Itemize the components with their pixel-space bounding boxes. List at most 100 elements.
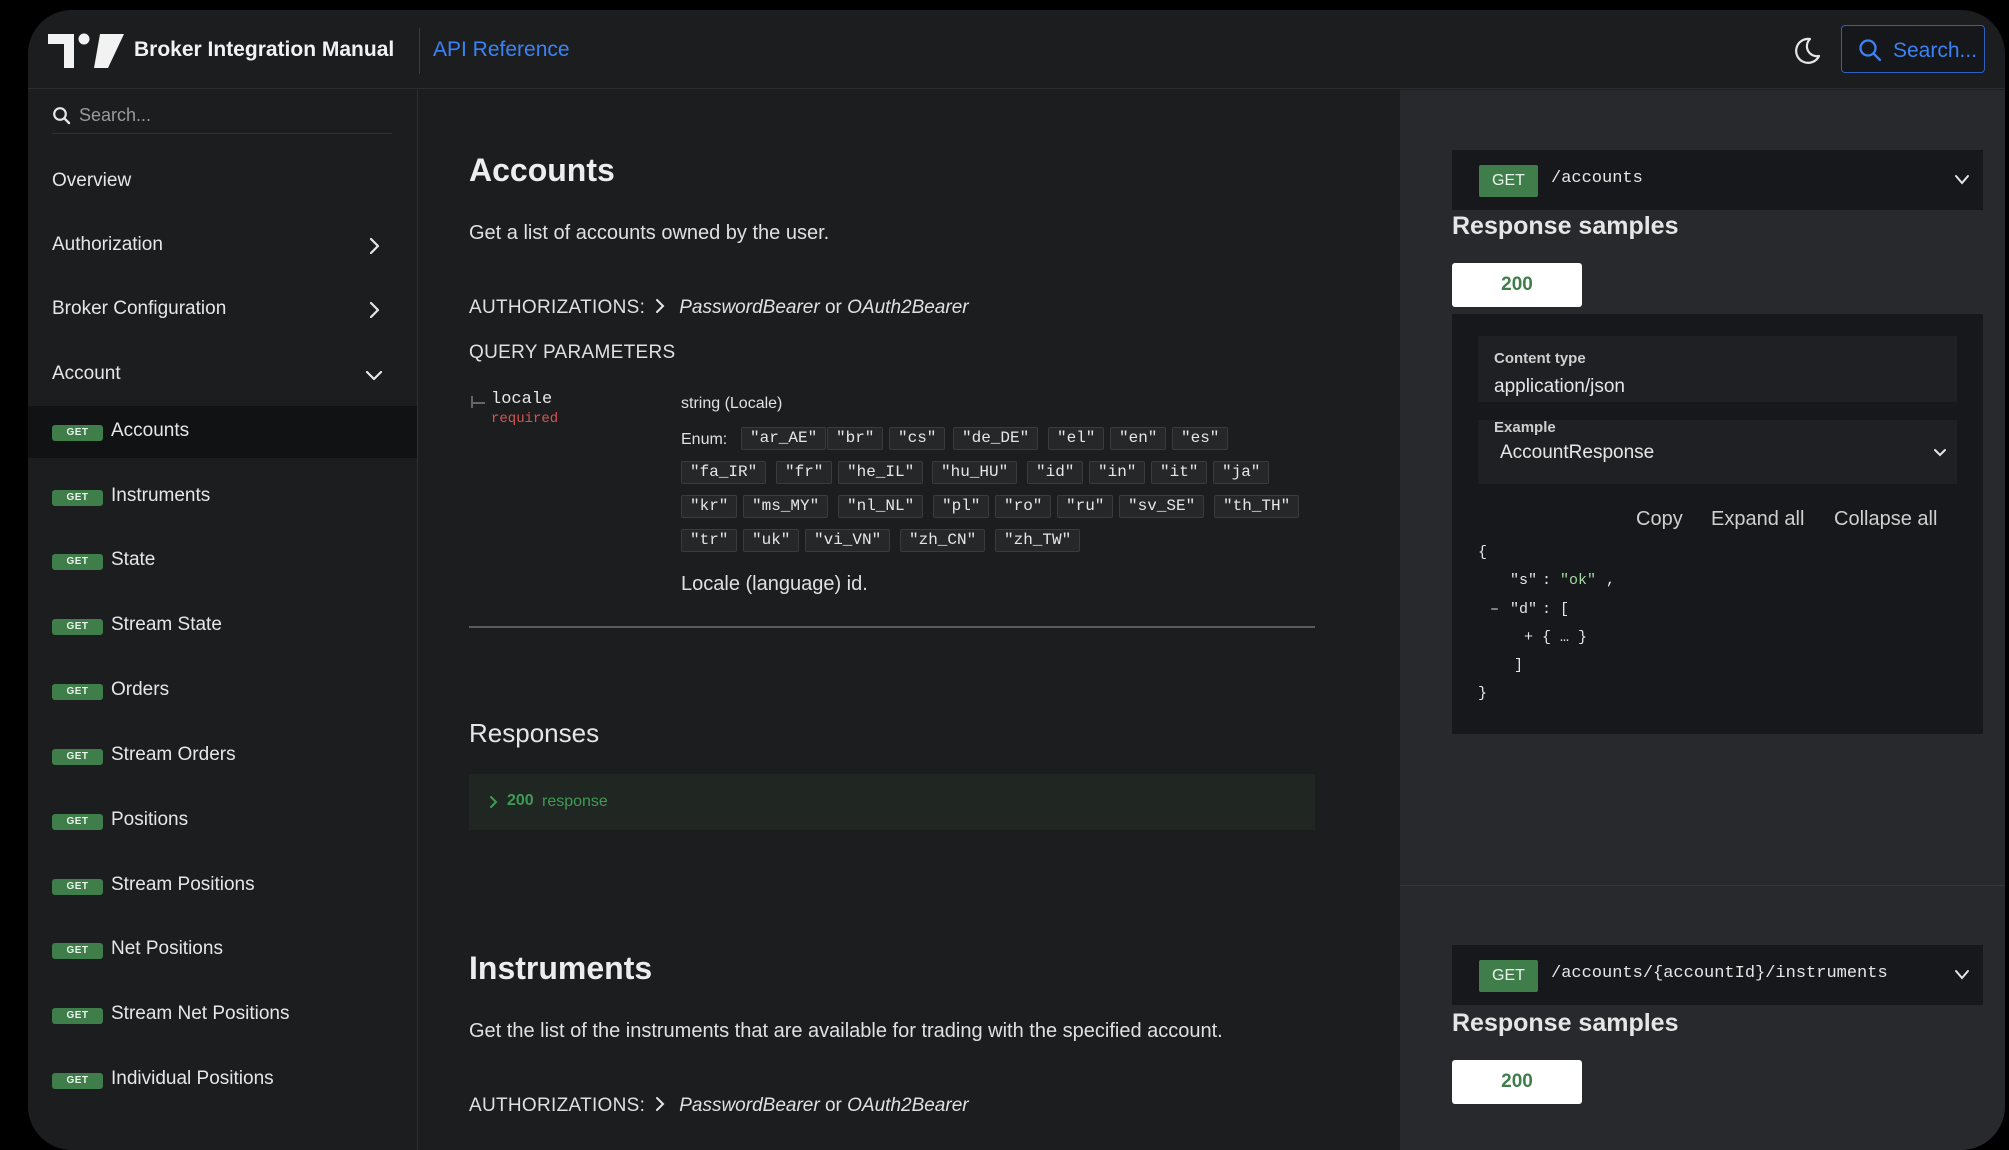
endpoint-selector[interactable]: GET /accounts/{accountId}/instruments [1452, 945, 1983, 1005]
json-collapse-toggle[interactable]: – [1490, 601, 1499, 618]
authorizations-label: AUTHORIZATIONS: [469, 297, 646, 318]
responses-heading: Responses [469, 718, 600, 748]
operation-description: Get a list of accounts owned by the user… [469, 222, 830, 244]
query-parameters-label: QUERY PARAMETERS [469, 342, 676, 363]
param-tree-line [471, 396, 473, 408]
response-samples-heading: Response samples [1452, 212, 1679, 240]
enum-chip: "ar_AE" [741, 427, 827, 450]
content-type-box: Content type application/json [1478, 336, 1957, 402]
sidebar-item-label: Overview [52, 170, 132, 191]
operation-title: Instruments [469, 950, 653, 986]
enum-chip: "vi_VN" [805, 529, 891, 552]
sidebar-item-individual-positions[interactable]: GET Individual Positions [28, 1054, 417, 1106]
sidebar-item-label: Accounts [111, 420, 190, 441]
get-method-badge: GET [52, 554, 103, 570]
example-select[interactable]: Example AccountResponse [1478, 419, 1957, 484]
sidebar-item-stream-state[interactable]: GET Stream State [28, 600, 417, 652]
json-brace: } [1478, 685, 1488, 702]
copy-button[interactable]: Copy [1636, 508, 1683, 531]
sidebar-item-authorization[interactable]: Authorization [28, 220, 417, 272]
sidebar-item-stream-net-positions[interactable]: GET Stream Net Positions [28, 989, 417, 1041]
enum-chip: "id" [1027, 461, 1084, 484]
collapse-all-button[interactable]: Collapse all [1834, 508, 1937, 531]
json-key: "s" [1510, 572, 1538, 589]
enum-chip: "it" [1151, 461, 1208, 484]
enum-label: Enum: [681, 431, 728, 448]
enum-chip: "uk" [743, 529, 800, 552]
get-method-badge: GET [52, 490, 103, 506]
endpoint-selector[interactable]: GET /accounts [1452, 150, 1983, 210]
json-collapsed-object[interactable]: { … } [1542, 629, 1587, 646]
sidebar-item-positions[interactable]: GET Positions [28, 795, 417, 847]
sidebar-item-label: Stream State [111, 614, 222, 635]
divider [419, 28, 420, 74]
expand-all-button[interactable]: Expand all [1711, 508, 1804, 531]
app-title[interactable]: Broker Integration Manual [134, 38, 394, 62]
sidebar-item-instruments[interactable]: GET Instruments [28, 471, 417, 523]
auth-or-text: or [824, 1095, 842, 1116]
top-search-label: Search... [1893, 39, 1978, 62]
enum-chip: "kr" [681, 495, 738, 518]
app-window: Broker Integration Manual API Reference … [28, 10, 2005, 1150]
param-description: Locale (language) id. [681, 573, 868, 595]
sidebar-search-input[interactable]: Search... [52, 100, 392, 134]
response-sample: Content type application/json Example Ac… [1452, 314, 1983, 734]
get-method-badge: GET [52, 1073, 103, 1089]
sidebar-item-accounts[interactable]: GET Accounts [28, 406, 417, 458]
get-method-badge: GET [52, 749, 103, 765]
status-tab-200[interactable]: 200 [1452, 1060, 1582, 1104]
enum-chip: "br" [827, 427, 884, 450]
enum-chip: "ru" [1057, 495, 1114, 518]
get-method-badge: GET [52, 879, 103, 895]
sidebar-item-overview[interactable]: Overview [28, 156, 417, 208]
json-brace: { [1478, 544, 1488, 561]
chevron-down-icon [1934, 449, 1946, 457]
sidebar-item-label: Stream Orders [111, 744, 236, 765]
sidebar-item-stream-positions[interactable]: GET Stream Positions [28, 860, 417, 912]
enum-chip: "pl" [933, 495, 990, 518]
http-method-badge: GET [1479, 960, 1538, 992]
sidebar-item-label: State [111, 549, 156, 570]
get-method-badge: GET [52, 425, 103, 441]
sidebar-item-broker-configuration[interactable]: Broker Configuration [28, 284, 417, 336]
example-value: AccountResponse [1500, 442, 1655, 463]
sidebar-item-label: Orders [111, 679, 170, 700]
content-type-label: Content type [1494, 350, 1586, 367]
response-label: response [542, 793, 608, 810]
sidebar-item-stream-orders[interactable]: GET Stream Orders [28, 730, 417, 782]
json-comma: , [1606, 572, 1616, 589]
api-reference-link[interactable]: API Reference [433, 38, 570, 62]
get-method-badge: GET [52, 943, 103, 959]
sidebar-item-account[interactable]: Account [28, 349, 417, 401]
enum-chip: "en" [1110, 427, 1167, 450]
moon-icon[interactable] [1790, 34, 1824, 68]
get-method-badge: GET [52, 619, 103, 635]
tradingview-logo-icon[interactable] [48, 30, 124, 70]
response-status-code: 200 [507, 792, 534, 809]
status-tab-200[interactable]: 200 [1452, 263, 1582, 307]
get-method-badge: GET [52, 814, 103, 830]
chevron-right-icon [656, 1097, 665, 1111]
chevron-right-icon [656, 299, 665, 313]
enum-chip: "zh_TW" [995, 529, 1081, 552]
sidebar-item-state[interactable]: GET State [28, 535, 417, 587]
enum-chip: "th_TH" [1214, 495, 1300, 518]
divider [469, 626, 1315, 628]
response-samples-heading: Response samples [1452, 1009, 1679, 1037]
authorizations-row[interactable]: AUTHORIZATIONS: PasswordBearer or OAuth2B… [469, 1095, 969, 1117]
top-search-button[interactable]: Search... [1841, 25, 1985, 73]
sidebar-item-orders[interactable]: GET Orders [28, 665, 417, 717]
enum-chip: "de_DE" [953, 427, 1039, 450]
content-type-value: application/json [1494, 376, 1625, 397]
enum-chip: "cs" [889, 427, 946, 450]
enum-chip: "ja" [1213, 461, 1270, 484]
json-expand-toggle[interactable]: + [1524, 629, 1533, 646]
sidebar-item-label: Stream Net Positions [111, 1003, 290, 1024]
sidebar: Search... Overview Authorization Broker … [28, 90, 418, 1150]
example-label: Example [1494, 419, 1556, 436]
chevron-down-icon [1955, 970, 1969, 980]
sidebar-item-net-positions[interactable]: GET Net Positions [28, 924, 417, 976]
response-200-row[interactable]: 200 response [469, 774, 1315, 830]
operation-description: Get the list of the instruments that are… [469, 1020, 1223, 1042]
authorizations-row[interactable]: AUTHORIZATIONS: PasswordBearer or OAuth2B… [469, 297, 969, 319]
